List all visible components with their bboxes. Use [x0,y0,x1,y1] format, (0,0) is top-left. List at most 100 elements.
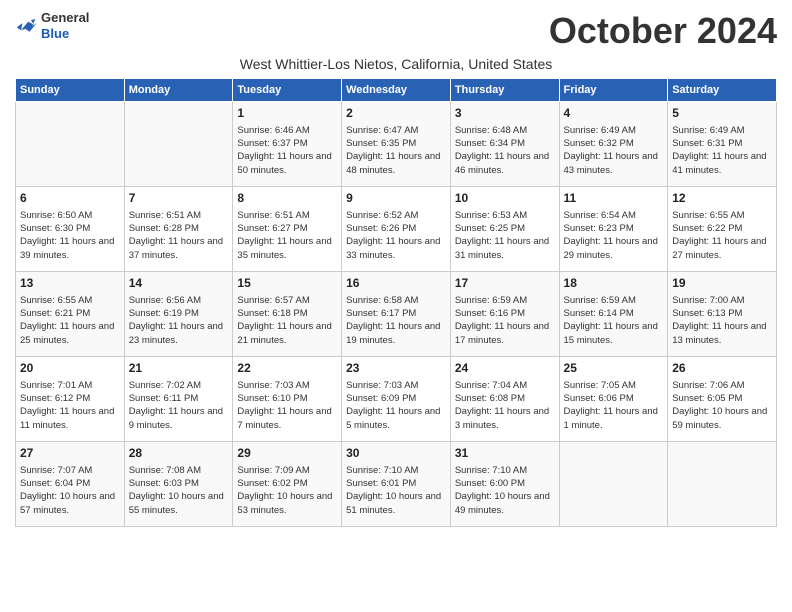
day-number: 15 [237,275,337,292]
calendar-cell: 10 Sunrise: 6:53 AM Sunset: 6:25 PM Dayli… [450,187,559,272]
calendar-cell: 24 Sunrise: 7:04 AM Sunset: 6:08 PM Dayli… [450,357,559,442]
day-number: 27 [20,445,120,462]
calendar-cell: 19 Sunrise: 7:00 AM Sunset: 6:13 PM Dayli… [668,272,777,357]
day-info: Sunrise: 6:49 AM Sunset: 6:32 PM Dayligh… [564,124,664,177]
day-number: 9 [346,190,446,207]
calendar-cell: 29 Sunrise: 7:09 AM Sunset: 6:02 PM Dayli… [233,442,342,527]
day-info: Sunrise: 7:00 AM Sunset: 6:13 PM Dayligh… [672,294,772,347]
day-number: 7 [129,190,229,207]
logo: General Blue [15,10,89,41]
day-info: Sunrise: 7:04 AM Sunset: 6:08 PM Dayligh… [455,379,555,432]
day-info: Sunrise: 6:52 AM Sunset: 6:26 PM Dayligh… [346,209,446,262]
day-info: Sunrise: 6:49 AM Sunset: 6:31 PM Dayligh… [672,124,772,177]
day-number: 26 [672,360,772,377]
day-info: Sunrise: 6:59 AM Sunset: 6:14 PM Dayligh… [564,294,664,347]
calendar-week-row: 1 Sunrise: 6:46 AM Sunset: 6:37 PM Daylig… [16,102,777,187]
calendar-cell: 2 Sunrise: 6:47 AM Sunset: 6:35 PM Daylig… [342,102,451,187]
calendar-week-row: 27 Sunrise: 7:07 AM Sunset: 6:04 PM Dayli… [16,442,777,527]
day-info: Sunrise: 6:50 AM Sunset: 6:30 PM Dayligh… [20,209,120,262]
day-info: Sunrise: 7:10 AM Sunset: 6:01 PM Dayligh… [346,464,446,517]
day-number: 1 [237,105,337,122]
day-info: Sunrise: 6:57 AM Sunset: 6:18 PM Dayligh… [237,294,337,347]
calendar-cell: 4Sunrise: 6:49 AM Sunset: 6:32 PM Daylig… [559,102,668,187]
day-number: 29 [237,445,337,462]
calendar-cell: 31Sunrise: 7:10 AM Sunset: 6:00 PM Dayli… [450,442,559,527]
day-info: Sunrise: 7:03 AM Sunset: 6:09 PM Dayligh… [346,379,446,432]
day-info: Sunrise: 6:46 AM Sunset: 6:37 PM Dayligh… [237,124,337,177]
logo-text: General Blue [41,10,89,41]
day-header-friday: Friday [559,79,668,102]
day-number: 14 [129,275,229,292]
day-info: Sunrise: 7:09 AM Sunset: 6:02 PM Dayligh… [237,464,337,517]
day-info: Sunrise: 7:03 AM Sunset: 6:10 PM Dayligh… [237,379,337,432]
logo-general: General [41,10,89,25]
calendar-cell: 13 Sunrise: 6:55 AM Sunset: 6:21 PM Dayli… [16,272,125,357]
day-number: 18 [564,275,664,292]
month-title: October 2024 [549,10,777,52]
day-number: 24 [455,360,555,377]
day-info: Sunrise: 7:05 AM Sunset: 6:06 PM Dayligh… [564,379,664,432]
day-info: Sunrise: 6:55 AM Sunset: 6:21 PM Dayligh… [20,294,120,347]
day-header-thursday: Thursday [450,79,559,102]
day-info: Sunrise: 7:06 AM Sunset: 6:05 PM Dayligh… [672,379,772,432]
calendar-cell: 3 Sunrise: 6:48 AM Sunset: 6:34 PM Daylig… [450,102,559,187]
calendar-header: SundayMondayTuesdayWednesdayThursdayFrid… [16,79,777,102]
day-number: 2 [346,105,446,122]
day-number: 30 [346,445,446,462]
day-number: 28 [129,445,229,462]
day-info: Sunrise: 7:01 AM Sunset: 6:12 PM Dayligh… [20,379,120,432]
day-number: 20 [20,360,120,377]
calendar-cell: 22Sunrise: 7:03 AM Sunset: 6:10 PM Dayli… [233,357,342,442]
calendar-cell: 11Sunrise: 6:54 AM Sunset: 6:23 PM Dayli… [559,187,668,272]
calendar-cell: 23Sunrise: 7:03 AM Sunset: 6:09 PM Dayli… [342,357,451,442]
day-header-wednesday: Wednesday [342,79,451,102]
day-number: 3 [455,105,555,122]
day-header-tuesday: Tuesday [233,79,342,102]
day-number: 25 [564,360,664,377]
day-info: Sunrise: 6:59 AM Sunset: 6:16 PM Dayligh… [455,294,555,347]
calendar-cell [668,442,777,527]
day-header-sunday: Sunday [16,79,125,102]
calendar-cell: 9 Sunrise: 6:52 AM Sunset: 6:26 PM Daylig… [342,187,451,272]
day-info: Sunrise: 7:08 AM Sunset: 6:03 PM Dayligh… [129,464,229,517]
day-info: Sunrise: 6:51 AM Sunset: 6:27 PM Dayligh… [237,209,337,262]
logo-icon [15,16,37,36]
day-header-saturday: Saturday [668,79,777,102]
calendar-cell: 5 Sunrise: 6:49 AM Sunset: 6:31 PM Daylig… [668,102,777,187]
day-info: Sunrise: 7:02 AM Sunset: 6:11 PM Dayligh… [129,379,229,432]
calendar-cell: 27 Sunrise: 7:07 AM Sunset: 6:04 PM Dayli… [16,442,125,527]
calendar-cell: 30 Sunrise: 7:10 AM Sunset: 6:01 PM Dayli… [342,442,451,527]
calendar-cell: 26 Sunrise: 7:06 AM Sunset: 6:05 PM Dayli… [668,357,777,442]
calendar-cell: 18 Sunrise: 6:59 AM Sunset: 6:14 PM Dayli… [559,272,668,357]
day-number: 10 [455,190,555,207]
logo-blue: Blue [41,26,69,41]
day-number: 13 [20,275,120,292]
day-info: Sunrise: 6:48 AM Sunset: 6:34 PM Dayligh… [455,124,555,177]
day-number: 12 [672,190,772,207]
calendar-week-row: 20 Sunrise: 7:01 AM Sunset: 6:12 PM Dayli… [16,357,777,442]
day-number: 17 [455,275,555,292]
day-info: Sunrise: 7:07 AM Sunset: 6:04 PM Dayligh… [20,464,120,517]
calendar-cell [124,102,233,187]
day-number: 31 [455,445,555,462]
day-number: 6 [20,190,120,207]
day-number: 11 [564,190,664,207]
day-headers-row: SundayMondayTuesdayWednesdayThursdayFrid… [16,79,777,102]
calendar-cell [559,442,668,527]
day-info: Sunrise: 6:51 AM Sunset: 6:28 PM Dayligh… [129,209,229,262]
calendar-body: 1 Sunrise: 6:46 AM Sunset: 6:37 PM Daylig… [16,102,777,527]
calendar-week-row: 6 Sunrise: 6:50 AM Sunset: 6:30 PM Daylig… [16,187,777,272]
calendar-cell: 12Sunrise: 6:55 AM Sunset: 6:22 PM Dayli… [668,187,777,272]
subtitle: West Whittier-Los Nietos, California, Un… [15,56,777,72]
calendar-cell: 1 Sunrise: 6:46 AM Sunset: 6:37 PM Daylig… [233,102,342,187]
calendar-cell: 6 Sunrise: 6:50 AM Sunset: 6:30 PM Daylig… [16,187,125,272]
calendar-cell: 25 Sunrise: 7:05 AM Sunset: 6:06 PM Dayli… [559,357,668,442]
day-info: Sunrise: 6:47 AM Sunset: 6:35 PM Dayligh… [346,124,446,177]
day-number: 8 [237,190,337,207]
day-number: 19 [672,275,772,292]
calendar-cell [16,102,125,187]
day-info: Sunrise: 6:53 AM Sunset: 6:25 PM Dayligh… [455,209,555,262]
calendar-cell: 28 Sunrise: 7:08 AM Sunset: 6:03 PM Dayli… [124,442,233,527]
calendar-cell: 14Sunrise: 6:56 AM Sunset: 6:19 PM Dayli… [124,272,233,357]
day-number: 5 [672,105,772,122]
